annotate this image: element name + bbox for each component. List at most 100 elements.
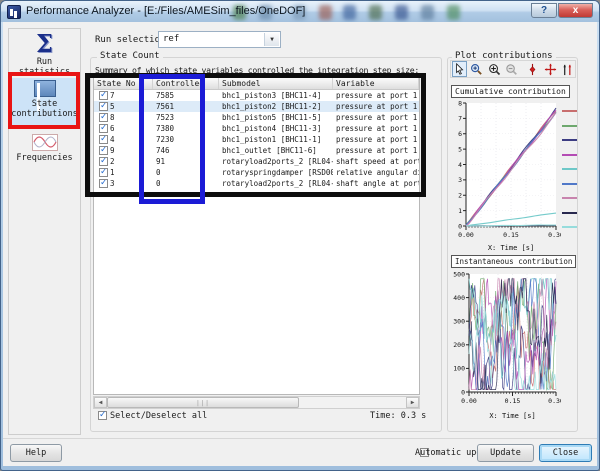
- row-checkbox[interactable]: [99, 135, 108, 144]
- submodel-cell: bhc1_piston4 [BHC11-3]: [219, 123, 333, 134]
- row-checkbox[interactable]: [99, 124, 108, 133]
- svg-text:7: 7: [458, 115, 462, 123]
- table-row[interactable]: 291rotaryload2ports_2 [RL04-1]shaft spee…: [94, 156, 419, 167]
- state-table-header[interactable]: State NoControlledSubmodelVariable: [94, 77, 419, 90]
- select-all-checkbox[interactable]: [98, 411, 107, 420]
- bar-chart-icon: [34, 80, 56, 97]
- titlebar-glass-reflection: [395, 5, 408, 20]
- zoom-box-icon[interactable]: [487, 61, 502, 77]
- window-close-button[interactable]: x: [558, 3, 593, 18]
- titlebar-glass-reflection: [369, 5, 382, 20]
- submodel-cell: rotaryload2ports_2 [RL04-1]: [219, 156, 333, 167]
- state-table[interactable]: State NoControlledSubmodelVariable 7 7585…: [93, 76, 420, 395]
- controlled-cell: 746: [153, 145, 219, 156]
- run-selection-dropdown[interactable]: ref ▼: [158, 31, 281, 48]
- time-status-label: Time: 0.3 s: [370, 411, 422, 421]
- column-header[interactable]: State No: [94, 77, 153, 89]
- sidebar-item-label: Run statistics: [19, 57, 70, 77]
- legend-line-swatch: [562, 197, 577, 199]
- sidebar-item-run-statistics[interactable]: Σ Run statistics: [10, 33, 79, 77]
- column-header[interactable]: Controlled: [153, 77, 219, 89]
- submodel-cell: bhc1_outlet [BHC11-6]: [219, 145, 333, 156]
- table-row[interactable]: 57561bhc1_piston2 [BHC11-2]pressure at p…: [94, 101, 419, 112]
- svg-text:4: 4: [458, 161, 462, 169]
- controlled-cell: 7585: [153, 90, 219, 101]
- table-row[interactable]: 30rotaryload2ports_2 [RL04-1]shaft angle…: [94, 178, 419, 189]
- scroll-left-arrow-icon[interactable]: ◀: [94, 397, 107, 408]
- legend-line-swatch: [562, 125, 577, 127]
- svg-text:6: 6: [458, 130, 462, 138]
- svg-text:X: Time [s]: X: Time [s]: [489, 412, 535, 420]
- column-header[interactable]: Submodel: [219, 77, 333, 89]
- svg-text:5: 5: [458, 145, 462, 153]
- select-all-label: Select/Deselect all: [110, 411, 207, 421]
- sidebar-item-frequencies[interactable]: Frequencies: [10, 134, 79, 163]
- svg-text:0: 0: [458, 222, 462, 230]
- close-button[interactable]: Close: [539, 444, 592, 462]
- svg-text:0.00: 0.00: [461, 397, 477, 405]
- submodel-cell: rotaryspringdamper [RSD00-1]: [219, 167, 333, 178]
- sidebar-item-label: State contributions: [11, 99, 78, 119]
- run-selection-value: ref: [163, 34, 179, 44]
- row-checkbox[interactable]: [99, 146, 108, 155]
- window-help-button[interactable]: ?: [531, 3, 557, 18]
- scrollbar-thumb[interactable]: |||: [107, 397, 299, 408]
- zoom-in-icon[interactable]: [469, 61, 484, 77]
- state-no-cell: 8: [110, 112, 115, 123]
- titlebar-glass-reflection: [421, 5, 434, 20]
- table-row[interactable]: 47230bhc1_piston1 [BHC11-1]pressure at p…: [94, 134, 419, 145]
- chevron-down-icon: ▼: [264, 33, 279, 46]
- svg-text:0.00: 0.00: [458, 231, 474, 239]
- plot-toolbar: [450, 60, 576, 78]
- row-checkbox[interactable]: [99, 91, 108, 100]
- row-checkbox[interactable]: [99, 179, 108, 188]
- cumulative-chart-title: Cumulative contribution: [451, 85, 570, 98]
- scroll-right-arrow-icon[interactable]: ▶: [406, 397, 419, 408]
- instantaneous-chart[interactable]: 01002003004005000.000.150.30X: Time [s]: [449, 268, 561, 420]
- svg-text:1: 1: [458, 207, 462, 215]
- table-row[interactable]: 10rotaryspringdamper [RSD00-1]relative a…: [94, 167, 419, 178]
- svg-text:100: 100: [453, 365, 465, 373]
- variable-cell: pressure at port 1: [333, 123, 419, 134]
- window-title: Performance Analyzer - [E:/Files/AMESim_…: [26, 5, 305, 17]
- sigma-icon: Σ: [10, 33, 79, 55]
- controlled-cell: 7230: [153, 134, 219, 145]
- table-horizontal-scrollbar[interactable]: ◀ ||| ▶: [93, 396, 420, 409]
- instantaneous-chart-title: Instantaneous contribution: [451, 255, 576, 268]
- marker-pair-icon[interactable]: [560, 61, 575, 77]
- update-button[interactable]: Update: [477, 444, 534, 462]
- legend-line-swatch: [562, 226, 577, 228]
- chart-legend: [562, 110, 578, 241]
- help-button[interactable]: Help: [10, 444, 62, 462]
- titlebar[interactable]: Performance Analyzer - [E:/Files/AMESim_…: [1, 1, 599, 22]
- table-row[interactable]: 9746bhc1_outlet [BHC11-6]pressure at por…: [94, 145, 419, 156]
- svg-text:2: 2: [458, 192, 462, 200]
- summary-text: Summary of which state variables control…: [95, 65, 440, 75]
- marker-icon[interactable]: [525, 61, 540, 77]
- table-row[interactable]: 67380bhc1_piston4 [BHC11-3]pressure at p…: [94, 123, 419, 134]
- table-row[interactable]: 77585bhc1_piston3 [BHC11-4]pressure at p…: [94, 90, 419, 101]
- submodel-cell: rotaryload2ports_2 [RL04-1]: [219, 178, 333, 189]
- row-checkbox[interactable]: [99, 157, 108, 166]
- legend-line-swatch: [562, 168, 577, 170]
- cumulative-chart[interactable]: 0123456780.000.150.30X: Time [s]: [449, 98, 561, 252]
- svg-text:0.15: 0.15: [505, 397, 521, 405]
- table-row[interactable]: 87523bhc1_piston5 [BHC11-5]pressure at p…: [94, 112, 419, 123]
- column-header[interactable]: Variable: [333, 77, 419, 89]
- controlled-cell: 7380: [153, 123, 219, 134]
- variable-cell: pressure at port 1: [333, 145, 419, 156]
- row-checkbox[interactable]: [99, 102, 108, 111]
- svg-text:400: 400: [453, 294, 465, 302]
- select-cursor-icon[interactable]: [452, 61, 467, 77]
- legend-line-swatch: [562, 139, 577, 141]
- sidebar-item-state-contributions[interactable]: State contributions: [10, 78, 79, 127]
- row-checkbox[interactable]: [99, 113, 108, 122]
- legend-line-swatch: [562, 110, 577, 112]
- zoom-out-icon[interactable]: [504, 61, 519, 77]
- state-no-cell: 2: [110, 156, 115, 167]
- marker-move-icon[interactable]: [542, 61, 557, 77]
- state-no-cell: 7: [110, 90, 115, 101]
- state-no-cell: 4: [110, 134, 115, 145]
- controlled-cell: 7561: [153, 101, 219, 112]
- row-checkbox[interactable]: [99, 168, 108, 177]
